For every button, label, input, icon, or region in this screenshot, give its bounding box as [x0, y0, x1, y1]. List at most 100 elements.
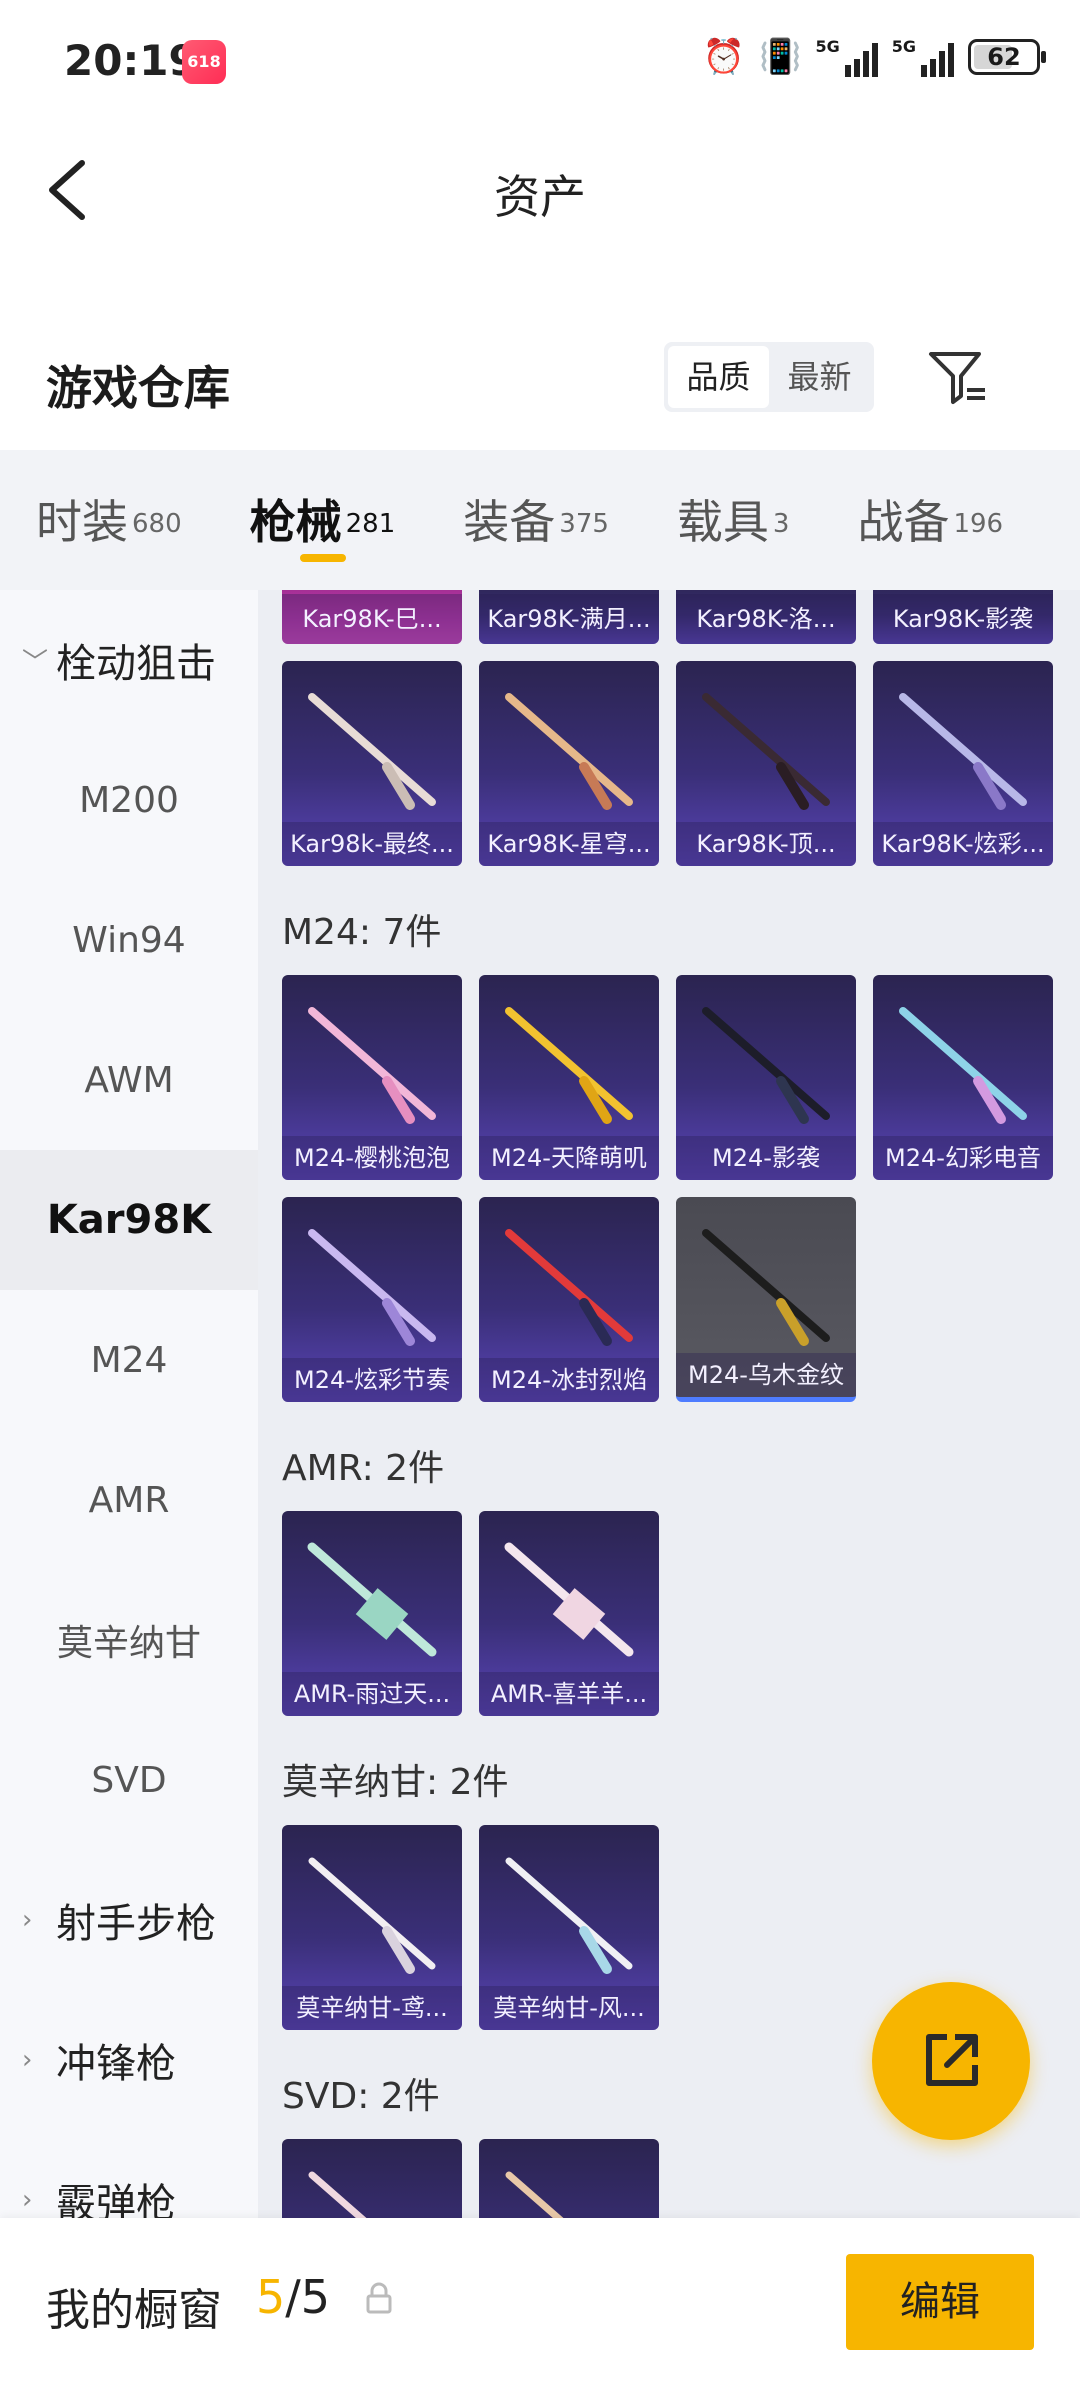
weapon-card[interactable]: M24-冰封烈焰 — [479, 1197, 659, 1402]
warehouse-title: 游戏仓库 — [46, 361, 230, 415]
weapon-card[interactable]: Kar98K-顶... — [676, 661, 856, 866]
weapon-card[interactable]: M24-天降萌叽 — [479, 975, 659, 1180]
rifle-icon — [702, 693, 830, 810]
weapon-card[interactable]: M24-炫彩节奏 — [282, 1197, 462, 1402]
sidebar-group-smg[interactable]: › 冲锋枪 — [0, 1990, 258, 2130]
rifle-icon — [308, 1857, 436, 1974]
tab-count: 281 — [345, 508, 396, 539]
rifle-icon — [505, 1007, 633, 1124]
weapon-card[interactable]: Kar98K-星穹... — [479, 661, 659, 866]
sidebar-item-kar98k[interactable]: Kar98K — [0, 1150, 258, 1290]
sort-quality-button[interactable]: 品质 — [668, 346, 769, 408]
weapon-card[interactable]: Kar98K-洛... — [676, 590, 856, 644]
weapon-card-label: 莫辛纳甘-鸢... — [282, 1986, 462, 2030]
tab-count: 3 — [772, 508, 790, 539]
tab-count: 375 — [559, 508, 609, 539]
rifle-icon — [505, 2171, 566, 2220]
weapon-card[interactable]: Kar98K-满月... — [479, 590, 659, 644]
sidebar-group-marksman[interactable]: › 射手步枪 — [0, 1850, 258, 1990]
share-icon — [926, 2034, 978, 2086]
tab-count: 196 — [953, 508, 1004, 539]
weapon-card-label: AMR-喜羊羊... — [479, 1672, 659, 1716]
weapon-card-label: M24-冰封烈焰 — [479, 1358, 659, 1402]
shopping-app-icon: 618 — [182, 40, 226, 84]
weapon-card-label: Kar98K-炫彩... — [873, 822, 1053, 866]
rifle-icon — [899, 1007, 1027, 1124]
weapon-card-label: Kar98k-最终... — [282, 822, 462, 866]
weapon-card-label: M24-天降萌叽 — [479, 1136, 659, 1180]
weapon-card-label: M24-影袭 — [676, 1136, 856, 1180]
sidebar-item-m200[interactable]: M200 — [0, 730, 258, 870]
sidebar-item-amr[interactable]: AMR — [0, 1430, 258, 1570]
weapon-card-label: Kar98K-影袭 — [873, 594, 1053, 644]
weapon-card-label: M24-炫彩节奏 — [282, 1358, 462, 1402]
edit-button[interactable]: 编辑 — [846, 2254, 1034, 2350]
section-header-m24: M24: 7件 — [282, 912, 442, 953]
tab-equipment[interactable]: 装备 375 — [463, 450, 609, 590]
weapon-card[interactable]: Kar98K-炫彩... — [873, 661, 1053, 866]
sidebar-item-m24[interactable]: M24 — [0, 1290, 258, 1430]
share-fab-button[interactable] — [872, 1982, 1030, 2140]
warehouse-header: 游戏仓库 品质 最新 — [0, 300, 1080, 450]
rifle-icon — [504, 1542, 634, 1657]
weapon-card[interactable]: Kar98k-最终... — [282, 661, 462, 866]
weapon-card[interactable]: 莫辛纳甘-鸢... — [282, 1825, 462, 2030]
top-nav: 资产 — [0, 125, 1080, 255]
weapon-sidebar: ﹀ 栓动狙击 M200 Win94 AWM Kar98K M24 AMR 莫辛纳甘… — [0, 590, 258, 2220]
tab-firearms[interactable]: 枪械 281 — [249, 450, 396, 590]
tab-vehicles[interactable]: 载具 3 — [677, 450, 790, 590]
weapon-card[interactable]: M24-幻彩电音 — [873, 975, 1053, 1180]
sidebar-item-mosin[interactable]: 莫辛纳甘 — [0, 1570, 258, 1710]
weapon-card[interactable]: 莫辛纳甘-风... — [479, 1825, 659, 2030]
filter-button[interactable] — [925, 344, 991, 410]
sidebar-item-win94[interactable]: Win94 — [0, 870, 258, 1010]
sidebar-group-shotgun[interactable]: › 霰弹枪 — [0, 2130, 258, 2220]
weapon-card[interactable]: AMR-雨过天... — [282, 1511, 462, 1716]
filter-icon — [929, 352, 985, 404]
sort-newest-button[interactable]: 最新 — [769, 346, 870, 408]
sidebar-group-label: 栓动狙击 — [56, 641, 216, 687]
weapon-card[interactable] — [479, 2139, 659, 2220]
weapon-card[interactable]: M24-影袭 — [676, 975, 856, 1180]
weapon-card-label: Kar98K-顶... — [676, 822, 856, 866]
chevron-right-icon: › — [22, 2185, 33, 2215]
sidebar-group-bolt-action[interactable]: ﹀ 栓动狙击 — [0, 590, 258, 730]
weapon-card-label: Kar98K-洛... — [676, 594, 856, 644]
weapon-card[interactable]: M24-乌木金纹 — [676, 1197, 856, 1402]
chevron-right-icon: › — [22, 1905, 33, 1935]
rifle-icon — [308, 1007, 436, 1124]
weapon-card[interactable] — [282, 2139, 462, 2220]
svd-row — [282, 2139, 1072, 2220]
status-bar: 20:19 618 ⏰ 📳 5G 5G 62 — [0, 0, 1080, 125]
sidebar-group-label: 霰弹枪 — [56, 2181, 176, 2220]
showcase-count: 5/5 — [256, 2270, 330, 2324]
weapon-card[interactable]: AMR-喜羊羊... — [479, 1511, 659, 1716]
tab-gear[interactable]: 战备 196 — [857, 450, 1003, 590]
weapon-card-label: Kar98K-星穹... — [479, 822, 659, 866]
chevron-down-icon: ﹀ — [22, 647, 49, 678]
tab-fashion[interactable]: 时装 680 — [36, 450, 182, 590]
signal-icon-2: 5G — [892, 37, 954, 77]
rifle-icon — [505, 1229, 633, 1346]
sort-toggle: 品质 最新 — [664, 342, 874, 412]
rifle-icon — [308, 2171, 369, 2220]
weapon-card[interactable]: M24-樱桃泡泡 — [282, 975, 462, 1180]
m24-row-1: M24-樱桃泡泡 M24-天降萌叽 M24-影袭 M24-幻彩电音 — [282, 975, 1072, 1180]
weapon-card[interactable]: Kar98K-影袭 — [873, 590, 1053, 644]
alarm-icon: ⏰ — [702, 37, 746, 77]
tab-label: 枪械 — [249, 495, 342, 549]
showcase-count-current: 5 — [256, 2270, 286, 2324]
showcase-bar: 我的橱窗 5/5 编辑 — [0, 2218, 1080, 2382]
sidebar-item-svd[interactable]: SVD — [0, 1710, 258, 1850]
tab-label: 装备 — [463, 495, 556, 549]
rifle-icon — [899, 693, 1027, 810]
battery-icon: 62 — [968, 39, 1046, 75]
signal-icon: 5G — [815, 37, 878, 77]
rifle-icon — [308, 693, 436, 810]
category-tabs: 时装 680 枪械 281 装备 375 载具 3 战备 196 — [0, 450, 1080, 590]
weapon-card[interactable]: Kar98K-巳... — [282, 590, 462, 644]
sidebar-group-label: 射手步枪 — [56, 1901, 216, 1947]
weapon-card-label: M24-樱桃泡泡 — [282, 1136, 462, 1180]
battery-level: 62 — [987, 43, 1021, 71]
sidebar-item-awm[interactable]: AWM — [0, 1010, 258, 1150]
